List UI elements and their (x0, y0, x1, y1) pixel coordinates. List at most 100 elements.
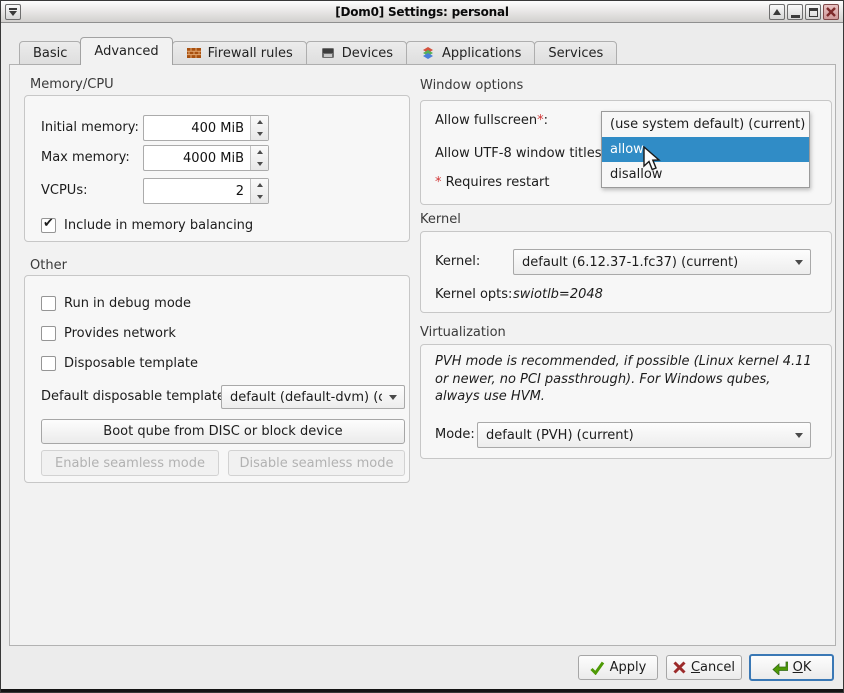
virtualization-group: PVH mode is recommended, if possible (Li… (420, 344, 832, 459)
firewall-icon (186, 45, 202, 61)
shade-icon (773, 9, 781, 15)
tab-label: Devices (342, 46, 393, 61)
initial-memory-spinbox[interactable] (143, 115, 269, 141)
fullscreen-dropdown-popup: (use system default) (current) allow dis… (601, 111, 810, 188)
checkbox-label: Disposable template (64, 356, 198, 371)
settings-window: [Dom0] Settings: personal Basic Advanced (0, 0, 844, 693)
vcpus-spinbox[interactable] (143, 178, 269, 204)
initial-memory-label: Initial memory: (41, 115, 139, 141)
minimize-button[interactable] (787, 4, 803, 20)
tab-applications[interactable]: Applications (406, 41, 535, 65)
tab-basic[interactable]: Basic (19, 41, 81, 65)
run-in-debug-mode-checkbox[interactable]: Run in debug mode (41, 296, 191, 311)
close-icon (826, 7, 836, 17)
checkbox-unchecked-icon (41, 296, 56, 311)
cross-icon (673, 661, 686, 674)
spin-up-button[interactable] (251, 179, 268, 191)
button-label: Cancel (691, 660, 735, 675)
tab-label: Firewall rules (208, 46, 293, 61)
window-options-group-title: Window options (420, 78, 523, 93)
other-group: Run in debug mode Provides network Dispo… (24, 275, 410, 483)
kernel-opts-value: swiotlb=2048 (513, 287, 603, 302)
spin-down-button[interactable] (251, 158, 268, 170)
tab-firewall-rules[interactable]: Firewall rules (172, 41, 307, 65)
minimize-icon (791, 15, 800, 18)
shade-button[interactable] (769, 4, 785, 20)
button-label: OK (793, 660, 812, 675)
window-bottom-border (1, 689, 843, 692)
checkbox-label: Provides network (64, 326, 176, 341)
virtualization-group-title: Virtualization (420, 325, 506, 340)
default-disposable-template-label: Default disposable template (41, 385, 225, 409)
tab-label: Services (548, 46, 603, 61)
tab-services[interactable]: Services (534, 41, 617, 65)
combo-value: default (6.12.37-1.fc37) (current) (522, 255, 738, 270)
pvh-mode-note: PVH mode is recommended, if possible (Li… (435, 353, 817, 406)
checkbox-label: Include in memory balancing (64, 218, 253, 233)
tab-label: Advanced (94, 44, 158, 59)
dropdown-option-disallow[interactable]: disallow (602, 162, 809, 187)
dropdown-option-allow[interactable]: allow (602, 137, 809, 162)
kernel-opts-label: Kernel opts: (435, 287, 512, 302)
ok-button[interactable]: OK (749, 654, 834, 681)
boot-qube-button[interactable]: Boot qube from DISC or block device (41, 419, 405, 444)
window-menu-button[interactable] (5, 4, 21, 20)
apply-button[interactable]: Apply (578, 655, 658, 680)
tab-label: Applications (442, 46, 521, 61)
disposable-template-checkbox[interactable]: Disposable template (41, 356, 198, 371)
include-memory-balancing-checkbox[interactable]: Include in memory balancing (41, 218, 253, 233)
spin-up-button[interactable] (251, 116, 268, 128)
disable-seamless-mode-button[interactable]: Disable seamless mode (228, 450, 405, 476)
mode-label: Mode: (435, 422, 475, 448)
vcpus-label: VCPUs: (41, 178, 87, 204)
allow-utf8-titles-label: Allow UTF-8 window titles*: (435, 146, 612, 161)
required-asterisk: * (435, 175, 442, 190)
vcpus-input[interactable] (144, 179, 250, 203)
window-title: [Dom0] Settings: personal (1, 5, 843, 19)
tab-bar: Basic Advanced Firewall rules (19, 37, 616, 65)
spin-up-button[interactable] (251, 146, 268, 158)
kernel-group: Kernel: default (6.12.37-1.fc37) (curren… (420, 231, 832, 313)
maximize-icon (809, 8, 818, 17)
initial-memory-input[interactable] (144, 116, 250, 140)
kernel-label: Kernel: (435, 249, 480, 275)
maximize-button[interactable] (805, 4, 821, 20)
tab-label: Basic (33, 46, 67, 61)
checkbox-unchecked-icon (41, 356, 56, 371)
memory-cpu-group: Initial memory: Max memory: VCPUs: (24, 95, 410, 242)
dropdown-option-system-default[interactable]: (use system default) (current) (602, 112, 809, 137)
button-label: Enable seamless mode (55, 456, 205, 471)
tab-advanced[interactable]: Advanced (80, 37, 172, 65)
spin-down-button[interactable] (251, 128, 268, 140)
checkbox-unchecked-icon (41, 326, 56, 341)
button-label: Boot qube from DISC or block device (103, 424, 342, 439)
tab-devices[interactable]: Devices (306, 41, 407, 65)
enter-arrow-icon (772, 661, 788, 675)
combo-value: default (PVH) (current) (486, 428, 634, 443)
chevron-down-icon (795, 260, 803, 265)
chevron-down-icon (389, 395, 397, 400)
titlebar[interactable]: [Dom0] Settings: personal (1, 1, 843, 23)
provides-network-checkbox[interactable]: Provides network (41, 326, 176, 341)
max-memory-spinbox[interactable] (143, 145, 269, 171)
cancel-button[interactable]: Cancel (666, 655, 742, 680)
combo-value: default (default-dvm) (cur (230, 390, 382, 405)
max-memory-label: Max memory: (41, 145, 130, 171)
kernel-group-title: Kernel (420, 212, 461, 227)
applications-icon (420, 45, 436, 61)
kernel-combo[interactable]: default (6.12.37-1.fc37) (current) (513, 249, 811, 275)
spin-down-button[interactable] (251, 191, 268, 203)
checkbox-checked-icon (41, 218, 56, 233)
virt-mode-combo[interactable]: default (PVH) (current) (477, 422, 811, 448)
requires-restart-note: * Requires restart (435, 175, 550, 190)
other-group-title: Other (30, 258, 67, 273)
enable-seamless-mode-button[interactable]: Enable seamless mode (41, 450, 219, 476)
max-memory-input[interactable] (144, 146, 250, 170)
chevron-down-icon (795, 433, 803, 438)
mouse-cursor (642, 146, 666, 174)
button-label: Disable seamless mode (240, 456, 394, 471)
default-disposable-template-combo[interactable]: default (default-dvm) (cur (221, 385, 405, 409)
close-button[interactable] (823, 4, 839, 20)
memory-cpu-group-title: Memory/CPU (30, 77, 114, 92)
button-label: Apply (610, 660, 647, 675)
